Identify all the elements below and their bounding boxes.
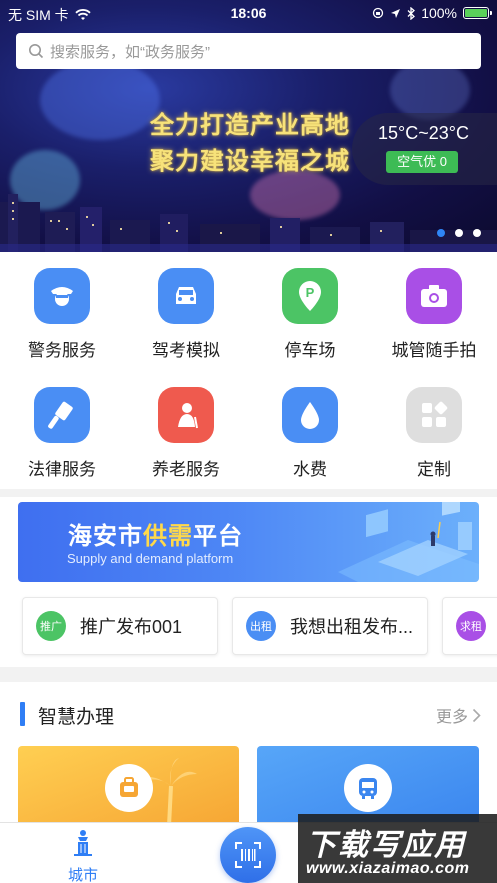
service-label: 养老服务 xyxy=(152,460,220,479)
service-tile-yellow[interactable] xyxy=(18,746,239,826)
camera-icon xyxy=(406,268,462,324)
water-drop-icon xyxy=(282,387,338,443)
promo-text: 我想出租发布... xyxy=(290,617,414,637)
app-screen: 无 SIM 卡 18:06 100% 搜索服务，如“政务服务” 全力打造产业高地… xyxy=(0,0,497,883)
tab-city[interactable]: 城市 xyxy=(58,829,108,883)
weather-temperature: 15°C~23°C xyxy=(378,123,469,143)
section-accent-bar xyxy=(20,702,25,726)
parking-icon: P xyxy=(282,268,338,324)
carousel-dot[interactable] xyxy=(473,229,481,237)
service-elderly[interactable]: 养老服务 xyxy=(124,387,248,480)
bluetooth-icon xyxy=(407,6,416,20)
supply-title-highlight: 供需 xyxy=(143,523,193,550)
promo-badge: 推广 xyxy=(36,611,66,641)
service-label: 警务服务 xyxy=(28,341,96,360)
promo-list: 推广 推广发布001 出租 我想出租发布... 求租 xyxy=(0,587,497,667)
service-label: 水费 xyxy=(293,460,327,479)
air-quality-badge: 空气优 0 xyxy=(386,151,458,173)
platform-illustration xyxy=(338,502,479,582)
location-icon xyxy=(391,8,401,18)
search-icon xyxy=(29,44,44,59)
svg-text:P: P xyxy=(306,285,315,300)
city-tower-icon xyxy=(74,830,92,856)
search-bar[interactable]: 搜索服务，如“政务服务” xyxy=(16,33,481,69)
status-bar: 无 SIM 卡 18:06 100% xyxy=(0,0,497,26)
rotation-lock-icon xyxy=(373,7,384,19)
supply-title-suffix: 平台 xyxy=(193,523,243,550)
luggage-icon xyxy=(104,764,153,812)
hero-banner[interactable]: 无 SIM 卡 18:06 100% 搜索服务，如“政务服务” 全力打造产业高地… xyxy=(0,0,497,252)
service-label: 驾考模拟 xyxy=(152,341,220,360)
car-icon xyxy=(158,268,214,324)
more-link[interactable]: 更多 xyxy=(436,703,481,727)
slogan-line-1: 全力打造产业高地 xyxy=(150,112,350,139)
supply-subtitle: Supply and demand platform xyxy=(67,551,234,566)
service-label: 停车场 xyxy=(284,341,336,360)
tab-label: 城市 xyxy=(67,867,98,883)
service-police[interactable]: 警务服务 xyxy=(0,268,124,361)
bus-icon xyxy=(344,764,392,812)
banner-glow xyxy=(40,60,160,140)
watermark-overlay: 下载写应用 www.xiazaimao.com xyxy=(298,814,497,883)
service-water-fee[interactable]: 水费 xyxy=(248,387,372,480)
slogan-line-2: 聚力建设幸福之城 xyxy=(150,148,350,175)
more-label: 更多 xyxy=(435,709,468,726)
banner-slogan: 全力打造产业高地 聚力建设幸福之城 xyxy=(150,108,350,180)
barcode-scan-icon xyxy=(235,842,261,868)
carousel-dot[interactable] xyxy=(437,229,445,237)
service-parking[interactable]: P 停车场 xyxy=(248,268,372,361)
chevron-right-icon xyxy=(472,708,481,722)
watermark-title: 下载写应用 xyxy=(306,829,466,862)
service-legal[interactable]: 法律服务 xyxy=(0,387,124,480)
service-label: 法律服务 xyxy=(28,460,96,479)
battery-percent: 100% xyxy=(421,5,457,21)
custom-grid-icon xyxy=(406,387,462,443)
promo-badge: 出租 xyxy=(246,611,276,641)
carousel-dot[interactable] xyxy=(455,229,463,237)
scan-button[interactable] xyxy=(220,827,276,883)
service-label: 定制 xyxy=(417,460,451,479)
gavel-icon xyxy=(34,387,90,443)
supply-demand-banner[interactable]: 海安市供需平台 Supply and demand platform xyxy=(18,502,479,582)
watermark-url: www.xiazaimao.com xyxy=(306,860,470,877)
promo-card[interactable]: 求租 xyxy=(442,597,497,655)
promo-card[interactable]: 出租 我想出租发布... xyxy=(232,597,428,655)
service-city-photo[interactable]: 城管随手拍 xyxy=(372,268,496,361)
elder-icon xyxy=(158,387,214,443)
service-label: 城管随手拍 xyxy=(391,341,477,360)
service-customize[interactable]: 定制 xyxy=(372,387,496,480)
supply-title-prefix: 海安市 xyxy=(68,523,143,550)
service-grid: 警务服务 驾考模拟 P 停车场 城管随手拍 法律服务 养老服务 水费 定制 xyxy=(0,252,497,489)
promo-card[interactable]: 推广 推广发布001 xyxy=(22,597,218,655)
police-icon xyxy=(34,268,90,324)
promo-text: 推广发布001 xyxy=(80,617,183,637)
promo-badge: 求租 xyxy=(456,611,486,641)
supply-section: 海安市供需平台 Supply and demand platform xyxy=(0,497,497,587)
banner-glow xyxy=(390,60,470,120)
section-title: 智慧办理 xyxy=(38,707,115,728)
battery-icon xyxy=(463,7,492,19)
section-header: 智慧办理 更多 xyxy=(0,700,497,728)
carousel-dots xyxy=(437,229,481,237)
supply-title: 海安市供需平台 xyxy=(68,516,243,551)
weather-widget[interactable]: 15°C~23°C 空气优 0 xyxy=(352,113,497,185)
search-placeholder: 搜索服务，如“政务服务” xyxy=(50,43,210,61)
service-driving-test[interactable]: 驾考模拟 xyxy=(124,268,248,361)
